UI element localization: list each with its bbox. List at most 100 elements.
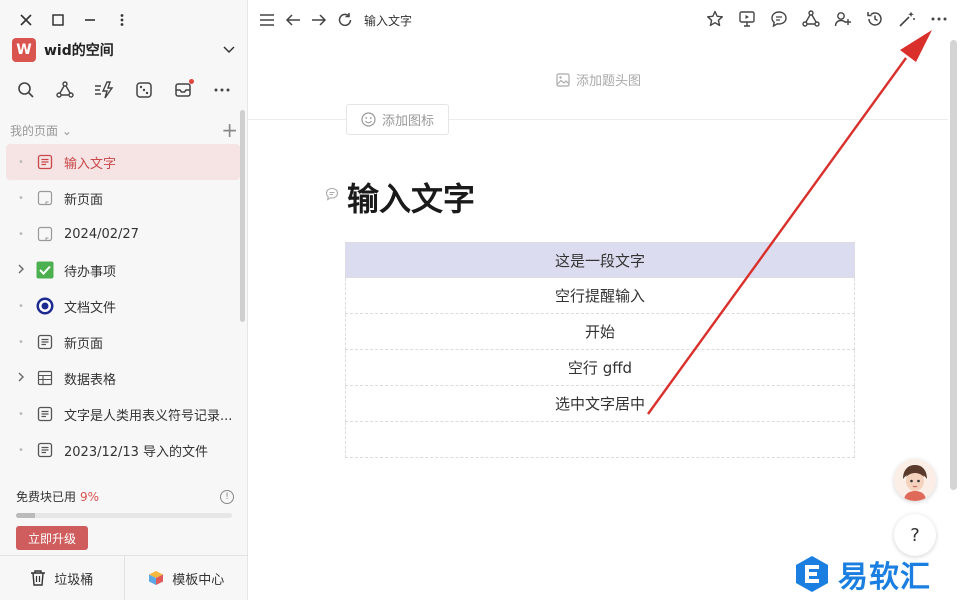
quota-panel: 免费块已用 9% ! 立即升级 <box>16 488 234 550</box>
sidebar-page-label: 数据表格 <box>64 372 117 388</box>
sidebar-page-item[interactable]: 数据表格 <box>6 360 240 396</box>
star-icon[interactable] <box>704 8 726 30</box>
presentation-icon[interactable] <box>736 8 758 30</box>
chevron-down-icon <box>223 43 235 57</box>
trash-button[interactable]: 垃圾桶 <box>0 556 124 600</box>
sidebar-page-item[interactable]: • 2024/02/27 <box>6 216 240 252</box>
chevron-right-icon[interactable] <box>14 371 28 385</box>
sidebar-footer: 垃圾桶 模板中心 <box>0 555 248 600</box>
quota-label: 免费块已用 <box>16 490 77 504</box>
bullet-icon: • <box>18 408 24 420</box>
section-label[interactable]: 我的页面 ⌄ <box>10 122 221 139</box>
more-options-icon[interactable] <box>928 8 950 30</box>
sidebar-page-item[interactable]: • 新页面 <box>6 324 240 360</box>
sidebar-page-item[interactable]: • 2023/12/13 导入的文件 <box>6 432 240 468</box>
add-cover-button[interactable]: 添加题头图 <box>556 70 641 89</box>
minimize-icon[interactable] <box>74 8 106 32</box>
sidebar-page-label: 文档文件 <box>64 300 117 316</box>
chevron-right-icon[interactable] <box>14 263 28 277</box>
table-row[interactable]: 空行提醒输入 <box>345 278 855 314</box>
sidebar-page-item[interactable]: • 文档文件 <box>6 288 240 324</box>
quota-bar-fill <box>16 513 36 518</box>
upgrade-button[interactable]: 立即升级 <box>16 526 88 550</box>
inbox-icon[interactable] <box>169 76 197 104</box>
dice-icon[interactable] <box>130 76 158 104</box>
table-row[interactable] <box>345 422 855 458</box>
doc-icon <box>36 405 54 423</box>
table-row[interactable]: 空行 gffd <box>345 350 855 386</box>
table-row[interactable]: 选中文字居中 <box>345 386 855 422</box>
sidebar-page-item[interactable]: • 文字是人类用表义符号记录... <box>6 396 240 432</box>
sidebar-page-label: 新页面 <box>64 192 104 208</box>
workspace-name: wid的空间 <box>44 43 114 59</box>
cube-icon <box>149 571 164 585</box>
table-icon <box>36 369 54 387</box>
bullet-icon: • <box>18 444 24 456</box>
graph-view-icon[interactable] <box>800 8 822 30</box>
kebab-menu-icon[interactable] <box>106 8 138 32</box>
my-pages-header: 我的页面 ⌄ + <box>10 120 238 140</box>
table-row[interactable]: 开始 <box>345 314 855 350</box>
add-page-icon[interactable]: + <box>221 120 238 140</box>
bullet-icon: • <box>18 300 24 312</box>
sidebar-page-label: 新页面 <box>64 336 104 352</box>
ai-magic-icon[interactable] <box>896 8 918 30</box>
back-icon[interactable] <box>282 9 304 31</box>
checkbox-icon <box>36 261 54 279</box>
menu-icon[interactable] <box>256 9 278 31</box>
page-title[interactable]: 输入文字 <box>347 174 475 220</box>
content-table: 这是一段文字 空行提醒输入 开始 空行 gffd 选中文字居中 <box>345 242 855 458</box>
quick-capture-icon[interactable] <box>90 76 118 104</box>
graph-icon[interactable] <box>51 76 79 104</box>
sidebar-page-item[interactable]: • 新页面 <box>6 180 240 216</box>
workspace-logo: W <box>12 38 36 62</box>
sidebar: W wid的空间 我的页面 ⌄ + • 输入文字 • 新页面 • 2024/02/27 待办… <box>0 0 248 600</box>
table-row[interactable]: 这是一段文字 <box>345 242 855 278</box>
sidebar-page-item[interactable]: 待办事项 <box>6 252 240 288</box>
quota-bar <box>16 513 232 518</box>
sidebar-page-label: 2024/02/27 <box>64 226 139 242</box>
trash-icon <box>31 570 46 586</box>
block-comment-icon[interactable] <box>325 186 339 205</box>
comment-icon[interactable] <box>768 8 790 30</box>
history-icon[interactable] <box>864 8 886 30</box>
templates-button[interactable]: 模板中心 <box>123 556 249 600</box>
bullet-icon: • <box>18 336 24 348</box>
share-user-icon[interactable] <box>832 8 854 30</box>
info-icon[interactable]: ! <box>220 489 234 504</box>
close-icon[interactable] <box>10 8 42 32</box>
add-icon-button[interactable]: 添加图标 <box>346 104 449 135</box>
help-button[interactable]: ? <box>894 514 936 556</box>
sidebar-page-item[interactable]: • 输入文字 <box>6 144 240 180</box>
watermark-logo <box>796 556 828 592</box>
doc-icon <box>36 333 54 351</box>
watermark-text: 易软汇 <box>838 560 931 595</box>
add-cover-label: 添加题头图 <box>576 74 642 89</box>
main-scrollbar[interactable] <box>950 40 957 490</box>
watermark: 易软汇 <box>792 552 931 596</box>
bullet-icon: • <box>18 156 24 168</box>
assistant-avatar[interactable] <box>894 459 936 501</box>
search-icon[interactable] <box>12 76 40 104</box>
bullet-icon: • <box>18 228 24 240</box>
window-controls <box>10 8 138 32</box>
image-icon <box>556 72 570 87</box>
refresh-icon[interactable] <box>334 9 356 31</box>
smile-icon <box>361 112 376 127</box>
maximize-icon[interactable] <box>42 8 74 32</box>
sidebar-page-label: 输入文字 <box>64 156 117 172</box>
blank-page-icon <box>36 189 54 207</box>
sidebar-toolbar <box>6 76 242 104</box>
target-icon <box>36 297 54 315</box>
page-breadcrumb[interactable]: 输入文字 <box>364 12 412 29</box>
blank-page-icon <box>36 225 54 243</box>
doc-icon <box>36 441 54 459</box>
more-icon[interactable] <box>208 76 236 104</box>
sidebar-page-label: 文字是人类用表义符号记录... <box>64 408 233 424</box>
forward-icon[interactable] <box>308 9 330 31</box>
sidebar-scrollbar[interactable] <box>240 110 245 322</box>
templates-label: 模板中心 <box>172 572 225 588</box>
trash-label: 垃圾桶 <box>54 572 94 588</box>
sidebar-page-label: 待办事项 <box>64 264 117 280</box>
workspace-switcher[interactable]: W wid的空间 <box>12 38 235 62</box>
